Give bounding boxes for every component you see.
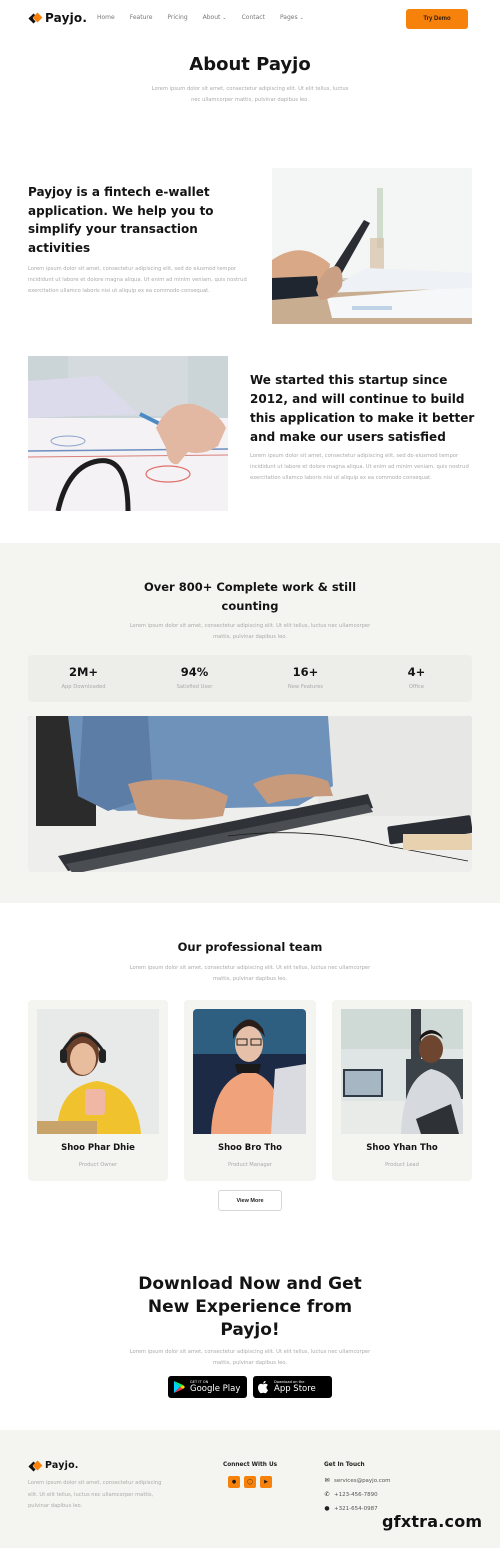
footer-logo[interactable]: Payjo. <box>28 1460 79 1471</box>
nav-links: Home Feature Pricing About ⌄ Contact Page… <box>97 14 319 21</box>
team-member-name: Shoo Bro Tho <box>218 1143 282 1153</box>
footer-description: Lorem ipsum dolor sit amet, consectetur … <box>28 1480 162 1509</box>
nav-link-label: Pricing <box>167 14 188 21</box>
instagram-button[interactable]: ◯ <box>244 1476 256 1488</box>
view-more-button[interactable]: View More <box>218 1190 282 1211</box>
nav-link-home[interactable]: Home <box>97 14 115 21</box>
stat-item: 16+ New Features <box>250 655 361 702</box>
photo-illustration <box>28 356 228 511</box>
chevron-down-icon: ⌄ <box>222 14 227 21</box>
team-card: Shoo Yhan Tho Product Lead <box>332 1000 472 1181</box>
team-card: Shoo Bro Tho Product Manager <box>184 1000 316 1181</box>
stat-value: 4+ <box>407 665 426 679</box>
contact-whatsapp[interactable]: ● +321-654-0987 <box>324 1505 378 1512</box>
app-store-button[interactable]: Download on the App Store <box>253 1376 332 1398</box>
nav-link-about[interactable]: About ⌄ <box>203 14 227 21</box>
stat-label: Office <box>408 684 425 690</box>
stats-box: 2M+ App Downloaded 94% Satisfied User 16… <box>28 655 472 702</box>
team-member-name: Shoo Phar Dhie <box>61 1143 135 1153</box>
man-office-chair-photo <box>341 1009 463 1134</box>
email-text: services@payjo.com <box>334 1477 391 1484</box>
team-member-role: Product Owner <box>78 1162 118 1168</box>
facebook-icon: ● <box>231 1478 237 1485</box>
app-store-text: Download on the App Store <box>274 1380 316 1394</box>
stat-item: 4+ Office <box>361 655 472 702</box>
woman-glasses-laptop-photo <box>193 1009 306 1134</box>
team-subtitle: Lorem ipsum dolor sit amet, consectetur … <box>129 965 371 982</box>
stat-value: 2M+ <box>68 665 99 679</box>
try-demo-button[interactable]: Try Demo <box>406 9 468 29</box>
photo-illustration <box>28 716 472 872</box>
nav-link-contact[interactable]: Contact <box>242 14 265 21</box>
nav-link-pages[interactable]: Pages ⌄ <box>280 14 304 21</box>
envelope-icon: ✉ <box>324 1477 330 1484</box>
google-play-button[interactable]: GET IT ON Google Play <box>168 1376 247 1398</box>
stats-heading: Over 800+ Complete work & still counting <box>143 580 357 613</box>
chevron-down-icon: ⌄ <box>299 14 304 21</box>
google-play-text: GET IT ON Google Play <box>190 1380 240 1394</box>
whatsapp-text: +321-654-0987 <box>334 1505 378 1512</box>
team-member-role: Product Lead <box>385 1162 419 1168</box>
contact-phone[interactable]: ✆ +123-456-7890 <box>324 1491 378 1498</box>
nav-link-label: Feature <box>129 14 153 21</box>
apple-icon <box>258 1380 268 1394</box>
stat-label: App Downloaded <box>61 684 106 690</box>
page-title: About Payjo <box>189 54 311 75</box>
hand-with-pencil-on-documents-photo <box>28 356 228 511</box>
about-heading-1: Payjoy is a fintech e-wallet application… <box>28 185 214 255</box>
nav-link-label: Contact <box>241 14 265 21</box>
download-subtitle: Lorem ipsum dolor sit amet, consectetur … <box>129 1349 371 1366</box>
photo-illustration <box>193 1009 306 1134</box>
google-play-icon <box>174 1381 185 1393</box>
photo-illustration <box>341 1009 463 1134</box>
photo-illustration <box>37 1009 159 1134</box>
stat-label: New Features <box>287 684 324 690</box>
phone-icon: ✆ <box>324 1491 330 1498</box>
hero-subtitle: Lorem ipsum dolor sit amet, consectetur … <box>151 86 349 103</box>
nav-link-feature[interactable]: Feature <box>130 14 153 21</box>
app-store-big: App Store <box>274 1384 316 1394</box>
nav-link-label: Home <box>97 14 115 21</box>
nav-link-label: About <box>202 14 221 21</box>
team-member-name: Shoo Yhan Tho <box>366 1143 438 1153</box>
facebook-button[interactable]: ● <box>228 1476 240 1488</box>
contact-heading: Get In Touch <box>324 1462 365 1468</box>
phone-text: +123-456-7890 <box>334 1491 378 1498</box>
footer-logo-text: Payjo. <box>45 1460 79 1471</box>
youtube-icon: ▶ <box>264 1478 268 1485</box>
stat-item: 94% Satisfied User <box>139 655 250 702</box>
about-heading-2: We started this startup since 2012, and … <box>250 373 475 444</box>
social-links: ● ◯ ▶ <box>228 1476 272 1488</box>
about-text-2: Lorem ipsum dolor sit amet, consectetur … <box>250 453 469 481</box>
contact-email[interactable]: ✉ services@payjo.com <box>324 1477 390 1484</box>
team-member-role: Product Manager <box>227 1162 273 1168</box>
download-heading: Download Now and Get New Experience from… <box>138 1274 362 1340</box>
logo-text: Payjo. <box>45 11 88 25</box>
stat-value: 16+ <box>292 665 319 679</box>
page: Payjo. Home Feature Pricing About ⌄ Conta… <box>0 0 500 1548</box>
google-play-big: Google Play <box>190 1384 241 1394</box>
logo-mark-icon <box>28 1460 43 1471</box>
hands-typing-on-keyboard-photo <box>28 716 472 872</box>
team-heading: Our professional team <box>177 940 323 954</box>
nav-link-label: Pages <box>279 14 298 21</box>
watermark: gfxtra.com <box>382 1512 483 1531</box>
about-text-1: Lorem ipsum dolor sit amet, consectetur … <box>28 266 247 294</box>
stat-value: 94% <box>180 665 209 679</box>
nav-link-pricing[interactable]: Pricing <box>167 14 187 21</box>
photo-illustration <box>272 168 472 324</box>
team-card: Shoo Phar Dhie Product Owner <box>28 1000 168 1181</box>
youtube-button[interactable]: ▶ <box>260 1476 272 1488</box>
logo[interactable]: Payjo. <box>28 11 87 25</box>
logo-mark-icon <box>28 12 43 24</box>
stat-label: Satisfied User <box>176 684 213 690</box>
navbar: Payjo. Home Feature Pricing About ⌄ Conta… <box>0 0 500 38</box>
hand-holding-phone-photo <box>272 168 472 324</box>
stats-subtitle: Lorem ipsum dolor sit amet, consectetur … <box>129 623 371 640</box>
stat-item: 2M+ App Downloaded <box>28 655 139 702</box>
whatsapp-icon: ● <box>324 1505 330 1512</box>
woman-yellow-headphones-photo <box>37 1009 159 1134</box>
connect-heading: Connect With Us <box>223 1462 278 1468</box>
instagram-icon: ◯ <box>247 1478 253 1485</box>
